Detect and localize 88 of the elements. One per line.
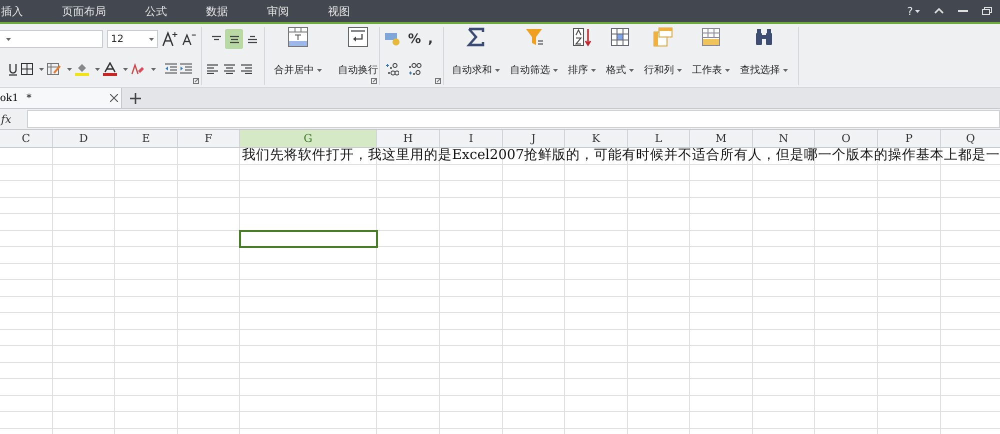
wrap-text-button[interactable]: 自动换行 (334, 27, 382, 77)
align-left-icon[interactable] (207, 64, 218, 74)
increase-decimal-icon[interactable] (385, 62, 399, 76)
caret-icon (6, 38, 11, 40)
column-header[interactable]: N (753, 130, 815, 147)
merge-center-button[interactable]: 合并居中 (270, 27, 326, 77)
column-header[interactable]: L (628, 130, 690, 147)
font-name-field[interactable] (0, 30, 103, 48)
column-header[interactable]: J (503, 130, 565, 147)
help-button[interactable]: ? (907, 4, 920, 18)
column-header[interactable]: K (565, 130, 628, 147)
increase-font-icon[interactable] (162, 31, 178, 47)
table-style-icon[interactable] (47, 63, 61, 75)
sigma-button[interactable]: 自动求和 (448, 27, 504, 77)
grid-button[interactable]: 格式 (602, 27, 638, 77)
caret-icon (151, 68, 156, 70)
collapse-ribbon-icon[interactable] (934, 8, 944, 14)
worksheet-button[interactable]: 工作表 (688, 27, 734, 77)
caret-icon (317, 68, 322, 72)
caret-icon (495, 68, 500, 72)
borders-icon[interactable] (21, 63, 33, 75)
wrap-text-icon (348, 27, 368, 47)
menu-item[interactable]: 插入 (0, 4, 23, 18)
column-header[interactable]: P (878, 130, 941, 147)
sigma-icon (466, 27, 486, 47)
worksheet-icon (701, 27, 721, 47)
caret-icon (783, 68, 788, 72)
grid-icon (610, 27, 630, 47)
restore-icon[interactable] (982, 7, 992, 15)
column-header[interactable]: H (377, 130, 440, 147)
increase-indent-icon[interactable] (180, 63, 192, 75)
percent-button[interactable]: % (408, 32, 422, 46)
dialog-launcher-icon[interactable] (371, 78, 377, 84)
clear-format-icon[interactable] (131, 62, 145, 76)
align-right-icon[interactable] (241, 64, 252, 74)
menu-item[interactable]: 数据 (205, 4, 228, 18)
column-header[interactable]: Q (941, 130, 1000, 147)
funnel-icon (524, 27, 544, 47)
menu-item[interactable]: 页面布局 (61, 4, 106, 18)
caret-icon (677, 68, 682, 72)
caret-icon (95, 68, 100, 70)
dialog-launcher-icon[interactable] (435, 78, 441, 84)
caret-icon (591, 68, 596, 72)
decrease-decimal-icon[interactable] (408, 62, 422, 76)
column-header[interactable]: E (115, 130, 178, 147)
font-color-icon[interactable] (103, 62, 117, 76)
binoculars-button[interactable]: 查找选择 (736, 27, 792, 77)
column-header[interactable]: C (0, 130, 53, 147)
sort-button[interactable]: 排序 (564, 27, 600, 77)
font-size-field[interactable]: 12 (106, 30, 158, 48)
sort-icon (572, 27, 592, 47)
align-lines-icon (246, 34, 258, 44)
dialog-launcher-icon[interactable] (193, 78, 199, 84)
column-header[interactable]: M (690, 130, 753, 147)
formula-input[interactable] (27, 110, 1000, 128)
align-lines-icon (228, 34, 240, 44)
fill-color-icon[interactable] (75, 62, 89, 76)
align-center-icon[interactable] (224, 64, 235, 74)
add-tab-icon[interactable] (130, 92, 141, 104)
comma-style-button[interactable]: , (428, 32, 433, 46)
decrease-indent-icon[interactable] (165, 63, 177, 75)
document-tab[interactable]: ok1 * (0, 88, 122, 108)
menu-item[interactable]: 审阅 (266, 4, 289, 18)
merge-cells-icon (288, 27, 308, 47)
caret-icon (915, 10, 920, 12)
caret-icon (67, 68, 72, 70)
menu-item[interactable]: 视图 (327, 4, 350, 18)
close-icon[interactable] (110, 94, 118, 102)
active-cell[interactable] (240, 230, 377, 247)
vertical-align-button[interactable] (225, 29, 243, 49)
row-column-button[interactable]: 行和列 (640, 27, 686, 77)
caret-icon (725, 68, 730, 72)
caret-icon (149, 38, 154, 40)
caret-icon (39, 68, 44, 70)
binoculars-icon (754, 27, 774, 47)
column-header[interactable]: D (53, 130, 115, 147)
column-header[interactable]: I (440, 130, 503, 147)
caret-icon (123, 68, 128, 70)
row-column-icon (653, 27, 673, 47)
column-header[interactable]: G (240, 130, 377, 147)
funnel-button[interactable]: 自动筛选 (506, 27, 562, 77)
menu-item[interactable]: 公式 (144, 4, 167, 18)
caret-icon (553, 68, 558, 72)
underline-icon[interactable] (8, 62, 18, 76)
function-label: fx (0, 112, 12, 126)
column-header[interactable]: O (815, 130, 878, 147)
caret-icon (629, 68, 634, 72)
decrease-font-icon[interactable] (182, 32, 196, 46)
